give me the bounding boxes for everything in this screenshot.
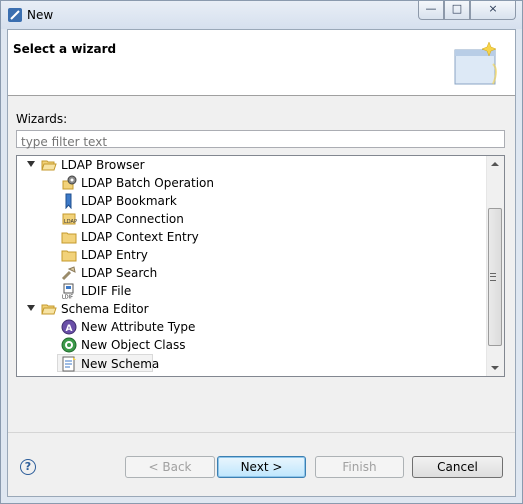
tree-category-schema-editor[interactable]: Schema Editor [17,300,487,318]
filter-field[interactable] [16,130,505,150]
tree-item-new-object-class[interactable]: New Object Class [17,336,487,354]
schema-file-icon [62,356,76,372]
ldap-connection-icon: LDAP [62,213,77,225]
tree-item-label: LDAP Batch Operation [81,176,215,190]
tree-item-ldap-context-entry[interactable]: LDAP Context Entry [17,228,487,246]
attribute-type-icon: A [61,319,77,335]
tree-scrollbar[interactable] [486,156,504,376]
bookmark-icon [65,193,72,209]
tree-item-label: LDAP Search [81,266,158,280]
close-button[interactable]: × [470,1,516,20]
tree-item-label: LDAP Bookmark [81,194,177,208]
folder-open-icon [41,160,57,171]
svg-text:LDAP: LDAP [64,219,77,225]
tree-item-label: New Object Class [81,338,186,352]
button-bar-separator [8,432,515,433]
tree-category-ldap-browser[interactable]: LDAP Browser [17,156,487,174]
entry-folder-icon [61,250,77,262]
wizard-banner-icon [454,41,497,85]
minimize-button[interactable]: — [418,1,444,20]
scroll-up-icon[interactable] [491,162,499,166]
object-class-icon [61,337,77,353]
search-icon [61,266,76,281]
scroll-grip-icon [490,273,496,281]
finish-button[interactable]: Finish [315,456,404,478]
tree-item-label: New Attribute Type [81,320,196,334]
tree-item-ldap-bookmark[interactable]: LDAP Bookmark [17,192,487,210]
context-entry-icon [61,232,77,244]
window-controls: — □ × [418,1,516,20]
ldif-file-icon: LDIF [62,283,74,300]
next-button[interactable]: Next > [217,456,306,478]
tree-item-label: LDAP Context Entry [81,230,199,244]
tree-item-label: New Schema [81,357,160,371]
dialog-body: Select a wizard Wizards: LDAP Browser LD… [7,29,516,497]
tree-item-label: LDAP Entry [81,248,148,262]
window-title: New [27,8,54,22]
filter-input[interactable] [17,134,501,150]
tree-item-ldap-entry[interactable]: LDAP Entry [17,246,487,264]
svg-text:LDIF: LDIF [62,295,73,300]
svg-text:A: A [66,324,73,334]
tree-item-new-schema[interactable]: New Schema [57,354,159,372]
tree-item-ldif-file[interactable]: LDIF LDIF File [17,282,487,300]
help-icon[interactable]: ? [20,459,36,475]
tree-item-label: LDAP Browser [61,158,145,172]
new-wizard-window: New — □ × Select a wizard Wizards: type … [0,0,523,504]
banner-title: Select a wizard [13,42,117,56]
tree-item-ldap-batch-operation[interactable]: LDAP Batch Operation [17,174,487,192]
wizard-banner: Select a wizard [8,30,515,96]
expand-arrow-icon[interactable] [27,161,35,167]
scroll-down-icon[interactable] [491,366,499,370]
maximize-button[interactable]: □ [444,1,470,20]
wizard-tree[interactable]: LDAP Browser LDAP Batch Operation LDAP B… [16,155,505,377]
batch-operation-icon [62,175,77,190]
wizards-label: Wizards: [16,112,68,126]
title-bar[interactable]: New — □ × [1,1,522,29]
maximize-icon: □ [451,2,463,15]
tree-item-label: Schema Editor [61,302,149,316]
cancel-button[interactable]: Cancel [412,456,503,478]
tree-item-ldap-search[interactable]: LDAP Search [17,264,487,282]
back-button[interactable]: < Back [125,456,215,478]
expand-arrow-icon[interactable] [27,305,35,311]
tree-item-new-attribute-type[interactable]: A New Attribute Type [17,318,487,336]
tree-item-ldap-connection[interactable]: LDAP LDAP Connection [17,210,487,228]
minimize-icon: — [425,2,437,15]
tree-item-label: LDAP Connection [81,212,184,226]
close-icon: × [488,2,498,15]
folder-open-icon [41,304,57,315]
eclipse-app-icon [8,8,22,22]
tree-item-label: LDIF File [81,284,132,298]
